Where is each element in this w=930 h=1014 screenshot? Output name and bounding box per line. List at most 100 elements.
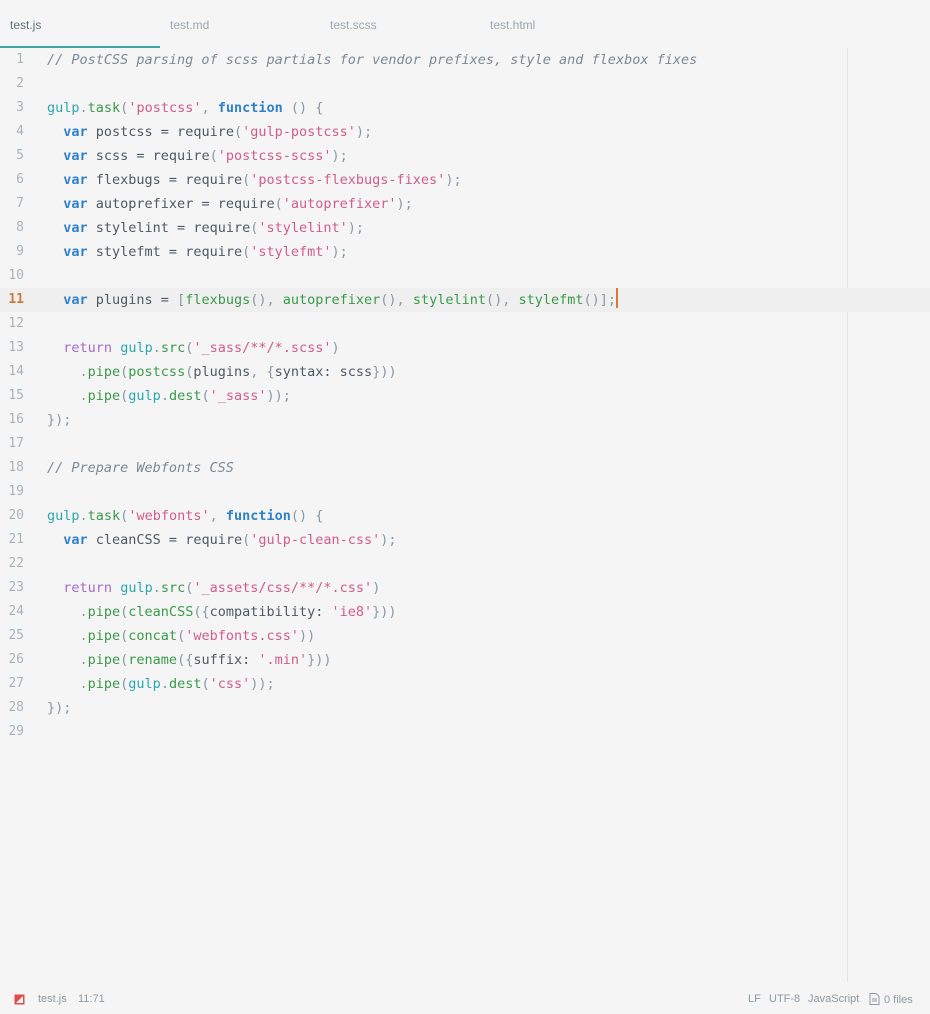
code-text: }); (47, 696, 71, 720)
code-token: function (217, 100, 283, 116)
tab-test-scss[interactable]: test.scss (320, 0, 480, 48)
code-line[interactable]: 29 (0, 720, 930, 744)
code-editor[interactable]: 1 // PostCSS parsing of scss partials for… (0, 48, 930, 984)
status-cursor-position[interactable]: 11:71 (78, 993, 105, 1005)
code-token: , { (250, 364, 275, 380)
line-number: 13 (8, 340, 24, 355)
code-line[interactable]: 9 var stylefmt = require('stylefmt'); (0, 240, 930, 264)
code-token: 'gulp-postcss' (242, 124, 356, 140)
status-encoding[interactable]: UTF-8 (769, 993, 800, 1005)
code-token: src (160, 580, 186, 596)
code-line[interactable]: 21 var cleanCSS = require('gulp-clean-cs… (0, 528, 930, 552)
code-line[interactable]: 16}); (0, 408, 930, 432)
code-line[interactable]: 28}); (0, 696, 930, 720)
code-line[interactable]: 15 .pipe(gulp.dest('_sass')); (0, 384, 930, 408)
line-number: 4 (16, 124, 24, 139)
tab-bar: test.js test.md test.scss test.html (0, 0, 930, 48)
code-token: '.min' (258, 652, 308, 668)
code-line[interactable]: 4 var postcss = require('gulp-postcss'); (0, 120, 930, 144)
code-line[interactable]: 3 gulp.task('postcss', function () { (0, 96, 930, 120)
code-line[interactable]: 13 return gulp.src('_sass/**/*.scss') (0, 336, 930, 360)
code-token: syntax: scss (274, 364, 373, 380)
flag-icon[interactable] (14, 994, 25, 1005)
code-token: )) (299, 628, 316, 644)
code-line[interactable]: 24 .pipe(cleanCSS({compatibility: 'ie8'}… (0, 600, 930, 624)
code-token: var (63, 532, 88, 548)
code-token: plugins = (87, 292, 178, 308)
line-number: 3 (16, 100, 24, 115)
code-token: . (79, 100, 88, 116)
code-line[interactable]: 17 (0, 432, 930, 456)
code-text: .pipe(postcss(plugins, {syntax: scss})) (47, 360, 397, 384)
code-token: task (87, 508, 121, 524)
code-line[interactable]: 5 var scss = require('postcss-scss'); (0, 144, 930, 168)
line-number: 7 (16, 196, 24, 211)
code-token: . (47, 676, 88, 692)
code-text: .pipe(rename({suffix: '.min'})) (47, 648, 332, 672)
tab-test-js[interactable]: test.js (0, 0, 160, 48)
code-line[interactable]: 10 (0, 264, 930, 288)
code-token: function (225, 508, 291, 524)
code-line[interactable]: 18 // Prepare Webfonts CSS (0, 456, 930, 480)
code-token: gulp (120, 340, 153, 356)
code-token: ); (331, 244, 348, 260)
code-line[interactable]: 27 .pipe(gulp.dest('css')); (0, 672, 930, 696)
code-line[interactable]: 12 (0, 312, 930, 336)
code-line[interactable]: 2 (0, 72, 930, 96)
code-token: suffix: (193, 652, 259, 668)
code-token: ); (380, 532, 397, 548)
code-token: var (63, 148, 88, 164)
code-token: pipe (87, 604, 121, 620)
code-token: })) (372, 364, 397, 380)
code-token: '_sass' (209, 388, 267, 404)
code-token: ) (331, 340, 340, 356)
code-token: )); (266, 388, 291, 404)
status-grammar[interactable]: JavaScript (808, 993, 859, 1005)
status-line-ending[interactable]: LF (748, 993, 761, 1005)
line-number: 27 (8, 676, 24, 691)
code-text: var stylefmt = require('stylefmt'); (47, 240, 348, 264)
code-text: var cleanCSS = require('gulp-clean-css')… (47, 528, 397, 552)
code-token: . (160, 388, 169, 404)
code-token: concat (128, 628, 178, 644)
code-text: // Prepare Webfonts CSS (47, 456, 234, 480)
code-line[interactable]: 7 var autoprefixer = require('autoprefix… (0, 192, 930, 216)
code-token: stylefmt = require (87, 244, 243, 260)
code-line[interactable]: 8 var stylelint = require('stylelint'); (0, 216, 930, 240)
code-token: var (63, 124, 88, 140)
code-token: 'postcss-scss' (217, 148, 332, 164)
code-token: 'stylefmt' (250, 244, 332, 260)
tab-test-md[interactable]: test.md (160, 0, 320, 48)
status-file-name[interactable]: test.js (38, 993, 67, 1005)
code-token: autoprefixer (282, 292, 381, 308)
code-token: task (87, 100, 121, 116)
line-number: 12 (8, 316, 24, 331)
code-line[interactable]: 14 .pipe(postcss(plugins, {syntax: scss}… (0, 360, 930, 384)
code-text: gulp.task('postcss', function () { (47, 96, 323, 120)
code-token: gulp (128, 676, 161, 692)
code-token: ); (331, 148, 348, 164)
code-line[interactable]: 11 var plugins = [flexbugs(), autoprefix… (0, 288, 930, 312)
line-number: 28 (8, 700, 24, 715)
code-token: ({ (193, 604, 210, 620)
code-token: ( (274, 196, 283, 212)
code-line[interactable]: 22 (0, 552, 930, 576)
code-line[interactable]: 6 var flexbugs = require('postcss-flexbu… (0, 168, 930, 192)
code-line[interactable]: 26 .pipe(rename({suffix: '.min'})) (0, 648, 930, 672)
status-files[interactable]: 0 files (869, 993, 913, 1006)
line-number: 19 (8, 484, 24, 499)
code-token: , (201, 100, 218, 116)
code-token: scss = require (87, 148, 210, 164)
code-line[interactable]: 23 return gulp.src('_assets/css/**/*.css… (0, 576, 930, 600)
code-line[interactable]: 19 (0, 480, 930, 504)
code-line[interactable]: 25 .pipe(concat('webfonts.css')) (0, 624, 930, 648)
code-text: // PostCSS parsing of scss partials for … (47, 48, 697, 72)
line-number: 9 (16, 244, 24, 259)
code-token: return (63, 340, 113, 356)
tab-test-html[interactable]: test.html (480, 0, 640, 48)
code-line[interactable]: 20 gulp.task('webfonts', function() { (0, 504, 930, 528)
code-text: return gulp.src('_sass/**/*.scss') (47, 336, 340, 360)
code-line[interactable]: 1 // PostCSS parsing of scss partials for… (0, 48, 930, 72)
